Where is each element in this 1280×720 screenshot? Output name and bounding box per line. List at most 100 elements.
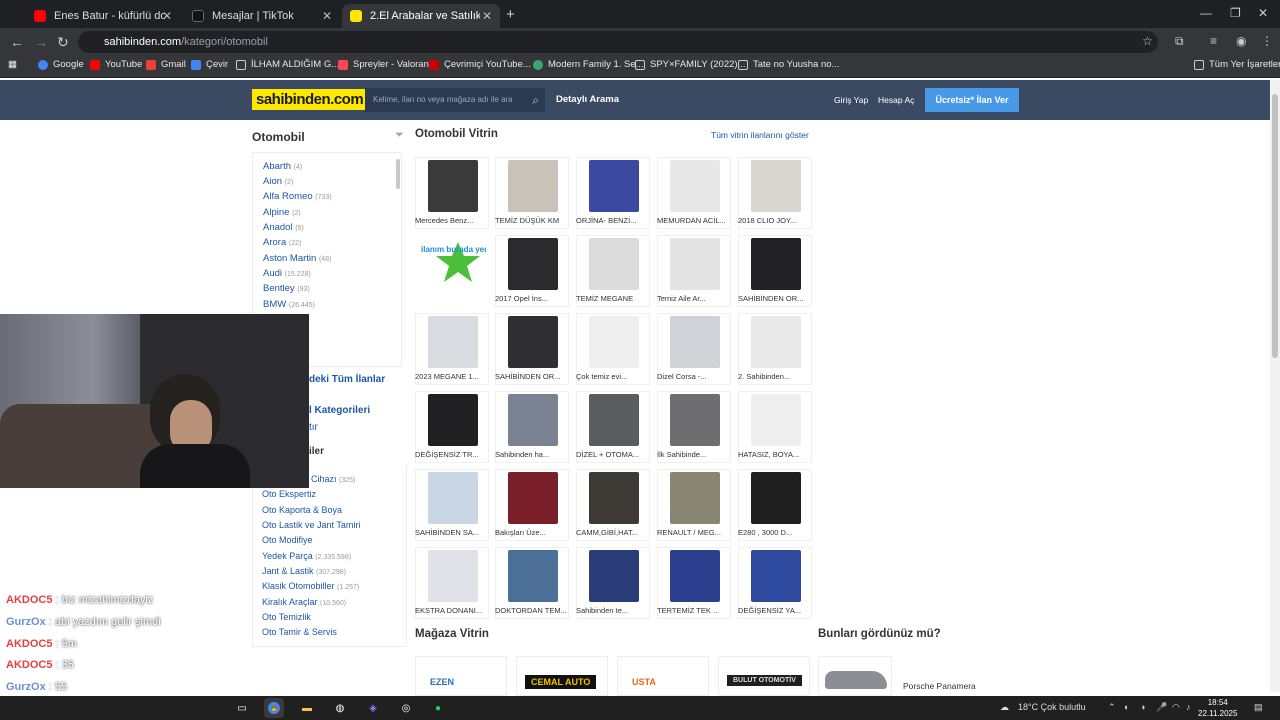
showcase-caption[interactable]: TEMİZ DÜŞÜK KM [495, 216, 573, 225]
category-item[interactable]: Oto Modifiye [262, 535, 313, 545]
search-input[interactable]: Kelime, ilan no veya mağaza adı ile ara … [365, 88, 545, 112]
seen-item-label[interactable]: Porsche Panamera [903, 681, 976, 691]
close-icon[interactable]: ✕ [482, 9, 492, 23]
profile-icon[interactable]: ◉ [1236, 34, 1246, 48]
showcase-caption[interactable]: RENAULT / MEG... [657, 528, 735, 537]
category-item[interactable]: Klasik Otomobiller (1.257) [262, 581, 359, 591]
brand-item[interactable]: BMW (26.445) [263, 299, 315, 310]
showcase-caption[interactable]: HATASIZ, BOYA... [738, 450, 816, 459]
star-icon[interactable]: ☆ [1142, 34, 1153, 48]
showcase-caption[interactable]: DOKTORDAN TEM... [495, 606, 573, 615]
showcase-caption[interactable]: SAHİBİNDEN OR... [738, 294, 816, 303]
system-clock[interactable]: 18:54 22.11.2025 [1198, 697, 1237, 719]
showcase-all-link[interactable]: Tüm vitrin ilanlarını göster [711, 130, 809, 140]
obs-icon[interactable]: ◎ [396, 698, 416, 718]
showcase-caption[interactable]: 2023 MEGANE 1... [415, 372, 493, 381]
showcase-caption[interactable]: Çok temiz evi... [576, 372, 654, 381]
showcase-caption[interactable]: 2. Sahibinden... [738, 372, 816, 381]
showcase-caption[interactable]: DİZEL + OTOMA... [576, 450, 654, 459]
category-item[interactable]: Jant & Lastik (307.298) [262, 566, 346, 576]
tab-sahibinden[interactable]: 2.El Arabalar ve Satılık Sıfır Km... ✕ [342, 4, 500, 28]
apps-icon[interactable]: ▦ [8, 59, 17, 70]
bookmark-all[interactable]: Tüm Yer İşaretleri [1194, 59, 1280, 70]
extensions-icon[interactable]: ⧉ [1175, 34, 1184, 49]
showcase-caption[interactable]: Temiz Aile Ar... [657, 294, 735, 303]
app-icon[interactable]: ◍ [330, 698, 350, 718]
category-item[interactable]: Oto Tamir & Servis [262, 627, 337, 637]
showcase-caption[interactable]: SAHİBİNDEN OR... [495, 372, 573, 381]
discord-icon[interactable]: ◈ [363, 698, 383, 718]
showcase-caption[interactable]: Sahibinden ha... [495, 450, 573, 459]
spotify-icon[interactable]: ● [428, 698, 448, 718]
category-item[interactable]: Kiralık Araçlar (10.560) [262, 597, 346, 607]
bookmark-modern-family[interactable]: Modern Family 1. Se... [533, 59, 644, 70]
showcase-caption[interactable]: 2018 CLIO JOY... [738, 216, 816, 225]
all-ads-link[interactable]: deki Tüm İlanlar [309, 374, 385, 385]
microphone-icon[interactable]: 🎤 [1156, 702, 1167, 713]
showcase-caption[interactable]: İlk Sahibinde... [657, 450, 735, 459]
category-item[interactable]: Oto Lastik ve Jant Tamiri [262, 520, 360, 530]
showcase-caption[interactable]: ORJİNA- BENZİ... [576, 216, 654, 225]
tab-youtube[interactable]: Enes Batur - küfürlü dolunay (o... ✕ [26, 4, 180, 28]
file-explorer-icon[interactable]: ▬ [297, 698, 317, 718]
bookmark-spy-family[interactable]: SPY×FAMILY (2022)... [635, 59, 746, 70]
tab-tiktok[interactable]: Mesajlar | TikTok ✕ [184, 4, 340, 28]
login-link[interactable]: Giriş Yap [834, 95, 868, 105]
wifi-icon[interactable]: ◠ [1172, 702, 1180, 713]
detailed-search-link[interactable]: Detaylı Arama [556, 94, 619, 105]
weather-text[interactable]: 18°C Çok bulutlu [1018, 702, 1086, 712]
bookmark-cevrimici[interactable]: Çevrimiçi YouTube... [429, 59, 531, 70]
tray-app-icon[interactable]: ◑ [1140, 702, 1145, 712]
showcase-caption[interactable]: 2017 Opel İns... [495, 294, 573, 303]
showcase-caption[interactable]: TEMİZ MEGANE [576, 294, 654, 303]
category-item[interactable]: Oto Temizlik [262, 612, 311, 622]
showcase-caption[interactable]: E280 , 3000 D... [738, 528, 816, 537]
url-input[interactable]: sahibinden.com/kategori/otomobil [78, 31, 1158, 53]
brand-item[interactable]: Anadol (5) [263, 222, 304, 233]
minimize-icon[interactable]: — [1200, 6, 1212, 20]
showcase-caption[interactable]: Dizel Corsa -... [657, 372, 735, 381]
brand-item[interactable]: Aston Martin (48) [263, 253, 331, 264]
filter-icon[interactable]: ⏷ [395, 129, 404, 142]
register-link[interactable]: Hesap Aç [878, 95, 914, 105]
bookmark-cevir[interactable]: Çevir [191, 59, 228, 70]
tray-app-icon[interactable]: ◐ [1124, 702, 1129, 712]
new-tab-button[interactable]: + [506, 6, 515, 23]
media-icon[interactable]: ≡ [1210, 34, 1217, 48]
brand-item[interactable]: Alfa Romeo (733) [263, 191, 332, 202]
reload-icon[interactable]: ↻ [57, 34, 69, 51]
category-item[interactable]: Oto Kaporta & Boya [262, 505, 342, 515]
showcase-caption[interactable]: MEMURDAN ACİL... [657, 216, 735, 225]
search-icon[interactable]: ⌕ [532, 88, 539, 112]
showcase-caption[interactable]: Mercedes Benz... [415, 216, 493, 225]
brand-item[interactable]: Arora (22) [263, 237, 301, 248]
bookmark-gmail[interactable]: Gmail [146, 59, 186, 70]
close-icon[interactable]: ✕ [322, 9, 332, 23]
categories-heading[interactable]: l Kategorileri [309, 405, 370, 416]
bookmark-tate[interactable]: Tate no Yuusha no... [738, 59, 839, 70]
restore-icon[interactable]: ❐ [1230, 6, 1241, 20]
showcase-caption[interactable]: SAHİBİNDEN SA... [415, 528, 493, 537]
scrollbar-thumb[interactable] [1272, 94, 1278, 358]
brand-item[interactable]: Bentley (93) [263, 283, 310, 294]
post-ad-button[interactable]: Ücretsiz* İlan Ver [925, 88, 1019, 112]
back-icon[interactable]: ← [10, 34, 24, 50]
bookmark-valorant[interactable]: Spreyler - Valorant [338, 59, 432, 70]
showcase-caption[interactable]: DEĞİŞENSİZ TR... [415, 450, 493, 459]
notification-icon[interactable]: ▤ [1254, 702, 1263, 713]
menu-icon[interactable]: ⋮ [1261, 34, 1273, 48]
seen-item-card[interactable] [818, 656, 892, 696]
brand-item[interactable]: Abarth (4) [263, 161, 302, 172]
store-card[interactable]: EZEN [415, 656, 507, 696]
showcase-caption[interactable]: Sahibinden te... [576, 606, 654, 615]
brand-item[interactable]: Audi (15.228) [263, 268, 311, 279]
placeholder-ad-badge[interactable]: ilanım burada yer alsın [418, 238, 486, 290]
tray-chevron-icon[interactable]: ⌃ [1108, 702, 1116, 713]
logo[interactable]: sahibinden.com [252, 89, 368, 110]
forward-icon[interactable]: → [34, 34, 48, 50]
page-scrollbar[interactable] [1270, 80, 1280, 692]
store-card[interactable]: CEMAL AUTO [516, 656, 608, 696]
store-card[interactable]: USTA [617, 656, 709, 696]
brand-item[interactable]: Alpine (2) [263, 207, 301, 218]
bookmark-ilham[interactable]: İLHAM ALDIĞIM G... [236, 59, 339, 70]
